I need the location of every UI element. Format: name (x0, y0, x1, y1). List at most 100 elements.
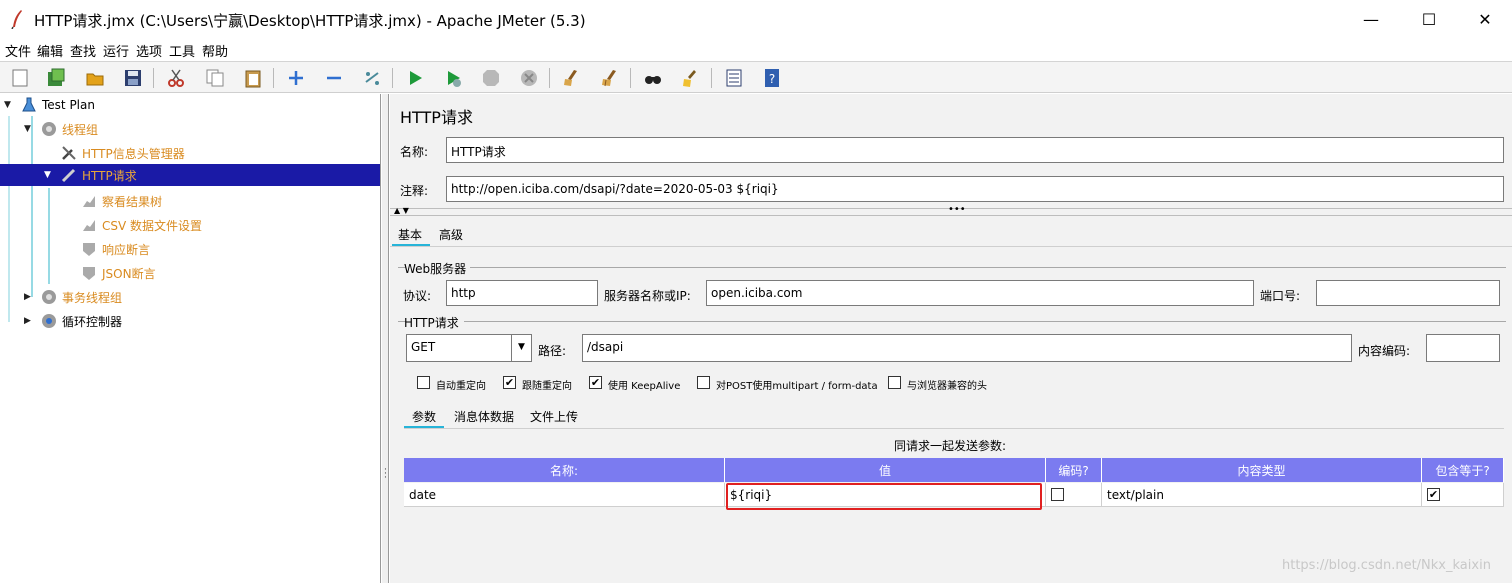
port-field[interactable] (1316, 280, 1500, 306)
stop-icon[interactable] (479, 66, 503, 90)
param-name-cell[interactable]: date (404, 483, 725, 507)
method-select[interactable]: GET ▼ (406, 334, 532, 362)
tree-item-json-assertion[interactable]: JSON断言 (64, 262, 156, 284)
save-icon[interactable] (121, 66, 145, 90)
open-icon[interactable] (83, 66, 107, 90)
search-icon[interactable] (641, 66, 665, 90)
column-header-include-equals[interactable]: 包含等于? (1422, 458, 1504, 482)
tree-label: HTTP信息头管理器 (82, 146, 185, 161)
params-caption: 同请求一起发送参数: (894, 439, 1007, 453)
column-header-content-type[interactable]: 内容类型 (1102, 458, 1422, 482)
paste-icon[interactable] (241, 66, 265, 90)
new-icon[interactable] (8, 66, 32, 90)
encoding-field[interactable] (1426, 334, 1500, 362)
gear-icon (40, 288, 58, 306)
minimize-button[interactable]: — (1342, 0, 1400, 38)
keepalive-checkbox[interactable]: ✔ (589, 376, 602, 389)
close-button[interactable]: ✕ (1456, 0, 1512, 38)
tree-toggle[interactable]: ▶ (24, 292, 34, 302)
reset-search-icon[interactable] (679, 66, 703, 90)
clear-all-icon[interactable] (598, 66, 622, 90)
path-field[interactable]: /dsapi (582, 334, 1352, 362)
start-no-pause-icon[interactable] (441, 66, 465, 90)
comment-field[interactable]: http://open.iciba.com/dsapi/?date=2020-0… (446, 176, 1504, 202)
encode-checkbox[interactable] (1051, 488, 1064, 501)
auto-redirect-label: 自动重定向 (436, 381, 486, 392)
menu-bar: 文件 编辑 查找 运行 选项 工具 帮助 (0, 38, 1512, 60)
menu-search[interactable]: 查找 (70, 41, 96, 60)
follow-redirects-checkbox[interactable]: ✔ (503, 376, 516, 389)
function-helper-icon[interactable] (722, 66, 746, 90)
protocol-field[interactable]: http (446, 280, 598, 306)
param-content-type-cell[interactable]: text/plain (1102, 483, 1422, 507)
toggle-icon[interactable] (360, 66, 384, 90)
tree-item-loop-controller[interactable]: ▶ 循环控制器 (24, 310, 122, 332)
chevron-down-icon[interactable]: ▼ (511, 335, 531, 361)
tree-item-response-assertion[interactable]: 响应断言 (64, 238, 150, 260)
clear-icon[interactable] (560, 66, 584, 90)
column-header-encode[interactable]: 编码? (1046, 458, 1102, 482)
tree-toggle[interactable]: ▼ (24, 124, 34, 134)
multipart-checkbox[interactable] (697, 376, 710, 389)
tree-item-transaction-thread-group[interactable]: ▶ 事务线程组 (24, 286, 122, 308)
tab-advanced[interactable]: 高级 (439, 226, 463, 243)
auto-redirect-checkbox[interactable] (417, 376, 430, 389)
menu-help[interactable]: 帮助 (202, 41, 228, 60)
window-title: HTTP请求.jmx (C:\Users\宁赢\Desktop\HTTP请求.j… (34, 12, 586, 30)
tree-label: Test Plan (42, 98, 95, 112)
tree-item-header-manager[interactable]: HTTP信息头管理器 (44, 142, 185, 164)
templates-icon[interactable] (44, 66, 68, 90)
comment-label: 注释: (400, 184, 429, 198)
panel-title: HTTP请求 (400, 108, 473, 127)
tree-item-csv-data-set[interactable]: CSV 数据文件设置 (64, 214, 202, 236)
title-bar: HTTP请求.jmx (C:\Users\宁赢\Desktop\HTTP请求.j… (0, 0, 1512, 38)
menu-run[interactable]: 运行 (103, 41, 129, 60)
tree-label: 线程组 (62, 122, 99, 137)
collapse-icon[interactable] (322, 66, 346, 90)
follow-redirects-label: 跟随重定向 (522, 381, 572, 392)
browser-headers-label: 与浏览器兼容的头 (907, 381, 987, 392)
menu-options[interactable]: 选项 (136, 41, 162, 60)
cut-icon[interactable] (164, 66, 188, 90)
param-encode-cell (1046, 483, 1102, 507)
name-label: 名称: (400, 145, 429, 159)
tree-item-thread-group[interactable]: ▼ 线程组 (24, 118, 98, 140)
tree-item-test-plan[interactable]: ▼ Test Plan (4, 94, 95, 116)
collapse-divider[interactable]: ▲ ▼ ••• (390, 204, 1512, 216)
toolbar: ? (0, 61, 1512, 93)
name-field[interactable]: HTTP请求 (446, 137, 1504, 163)
shutdown-icon[interactable] (517, 66, 541, 90)
browser-headers-checkbox[interactable] (888, 376, 901, 389)
menu-edit[interactable]: 编辑 (37, 41, 63, 60)
menu-file[interactable]: 文件 (5, 41, 31, 60)
include-equals-checkbox[interactable]: ✔ (1427, 488, 1440, 501)
encoding-label: 内容编码: (1358, 344, 1411, 358)
copy-icon[interactable] (203, 66, 227, 90)
tree-toggle[interactable]: ▶ (24, 316, 34, 326)
split-pane-divider[interactable]: · · · (382, 94, 389, 583)
help-icon[interactable]: ? (760, 66, 784, 90)
start-icon[interactable] (403, 66, 427, 90)
maximize-button[interactable]: ☐ (1400, 0, 1458, 38)
watermark: https://blog.csdn.net/Nkx_kaixin (1282, 558, 1491, 573)
param-include-equals-cell: ✔ (1422, 483, 1504, 507)
tab-basic[interactable]: 基本 (398, 226, 422, 243)
multipart-label: 对POST使用multipart / form-data (716, 381, 878, 392)
tab-files-upload[interactable]: 文件上传 (530, 408, 578, 425)
tab-parameters[interactable]: 参数 (412, 408, 436, 425)
menu-tools[interactable]: 工具 (169, 41, 195, 60)
column-header-name[interactable]: 名称: (404, 458, 725, 482)
expand-icon[interactable] (284, 66, 308, 90)
assertion-icon (80, 240, 98, 258)
highlight-box (726, 483, 1042, 510)
tree-label: 事务线程组 (62, 290, 123, 305)
tree-item-http-request[interactable]: ▼ HTTP请求 (0, 164, 380, 186)
wrench-icon (60, 144, 78, 162)
tree-item-view-results-tree[interactable]: 察看结果树 (64, 190, 162, 212)
column-header-value[interactable]: 值 (725, 458, 1046, 482)
tree-toggle[interactable]: ▼ (44, 170, 54, 180)
tree-label: JSON断言 (102, 266, 156, 281)
tab-body-data[interactable]: 消息体数据 (454, 408, 514, 425)
tree-toggle[interactable]: ▼ (4, 100, 14, 110)
server-field[interactable]: open.iciba.com (706, 280, 1254, 306)
